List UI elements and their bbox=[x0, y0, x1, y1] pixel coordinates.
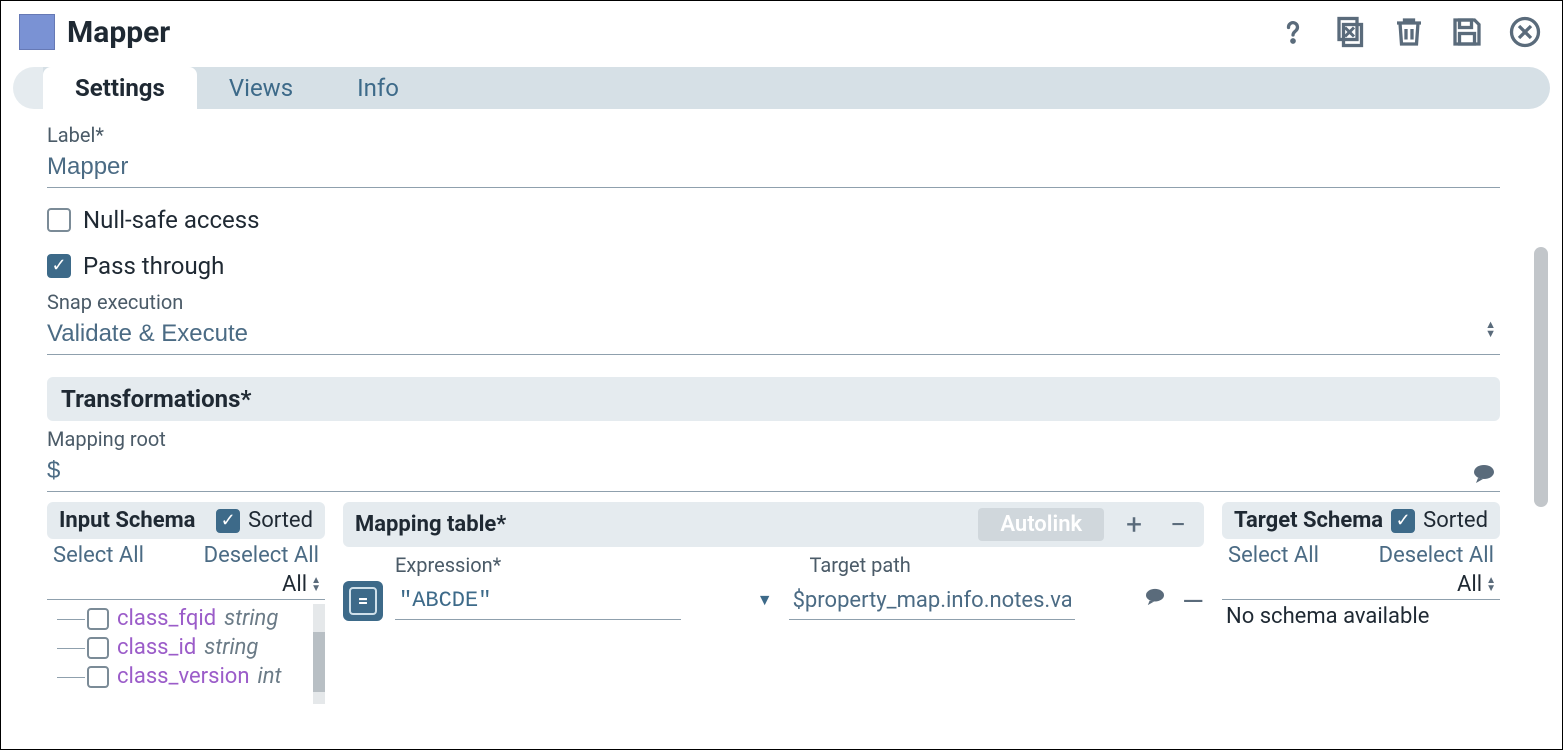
tab-handle bbox=[13, 67, 43, 109]
tab-info[interactable]: Info bbox=[325, 67, 431, 109]
tree-checkbox[interactable] bbox=[87, 666, 109, 688]
pass-through-row: Pass through bbox=[47, 252, 1546, 280]
label-input[interactable] bbox=[47, 147, 1500, 188]
input-tree: class_fqid string class_id string class_… bbox=[47, 604, 325, 704]
help-icon[interactable] bbox=[1274, 13, 1312, 51]
snap-exec-select[interactable] bbox=[47, 314, 1500, 355]
input-select-all[interactable]: Select All bbox=[53, 543, 144, 568]
target-actions: Select All Deselect All bbox=[1222, 539, 1500, 570]
pass-through-checkbox[interactable] bbox=[47, 254, 71, 278]
mapping-title: Mapping table* bbox=[355, 512, 506, 537]
input-deselect-all[interactable]: Deselect All bbox=[204, 543, 319, 568]
save-icon[interactable] bbox=[1448, 13, 1486, 51]
mapping-col-labels: Expression* Target path bbox=[343, 553, 1204, 577]
input-sorted-checkbox[interactable] bbox=[216, 509, 240, 533]
comment-icon[interactable] bbox=[1144, 588, 1166, 610]
snap-exec-caption: Snap execution bbox=[47, 290, 1546, 314]
tabs: Settings Views Info bbox=[43, 67, 1550, 109]
null-safe-label: Null-safe access bbox=[83, 206, 260, 234]
header-left: Mapper bbox=[19, 14, 170, 50]
input-sorted: Sorted bbox=[216, 508, 313, 533]
tab-views[interactable]: Views bbox=[197, 67, 325, 109]
field-type: string bbox=[204, 635, 258, 660]
target-filter-row: All ▲▼ bbox=[1222, 570, 1500, 600]
target-filter-all[interactable]: All ▲▼ bbox=[1457, 572, 1496, 597]
page-title: Mapper bbox=[67, 15, 170, 50]
spinner-icon[interactable]: ▲▼ bbox=[1485, 320, 1496, 338]
target-select-all[interactable]: Select All bbox=[1228, 543, 1319, 568]
header-toolbar bbox=[1274, 13, 1544, 51]
mapping-head: Mapping table* Autolink + − bbox=[343, 502, 1204, 547]
field-name: class_id bbox=[117, 635, 196, 660]
target-sorted-checkbox[interactable] bbox=[1391, 509, 1415, 533]
target-schema-head: Target Schema Sorted bbox=[1222, 502, 1500, 539]
content-area: Label* Null-safe access Pass through Sna… bbox=[13, 117, 1550, 717]
tab-settings[interactable]: Settings bbox=[43, 67, 197, 109]
target-deselect-all[interactable]: Deselect All bbox=[1379, 543, 1494, 568]
expression-toggle-button[interactable]: = bbox=[343, 581, 383, 621]
input-filter-row: All ▲▼ bbox=[47, 570, 325, 600]
input-schema-panel: Input Schema Sorted Select All Deselect … bbox=[47, 502, 325, 704]
target-filter-input[interactable] bbox=[1225, 574, 1457, 595]
null-safe-checkbox[interactable] bbox=[47, 208, 71, 232]
tabs-wrap: Settings Views Info bbox=[13, 67, 1550, 109]
input-filter-all[interactable]: All ▲▼ bbox=[282, 572, 321, 597]
copy-icon[interactable] bbox=[1332, 13, 1370, 51]
target-path-input[interactable] bbox=[789, 582, 1075, 620]
target-schema-title: Target Schema bbox=[1234, 508, 1383, 533]
label-caption: Label* bbox=[47, 123, 1546, 147]
input-sorted-label: Sorted bbox=[248, 508, 313, 533]
tree-scrollbar-thumb[interactable] bbox=[313, 632, 325, 692]
target-sorted: Sorted bbox=[1391, 508, 1488, 533]
tree-checkbox[interactable] bbox=[87, 637, 109, 659]
mapping-root-input[interactable] bbox=[47, 451, 1500, 492]
columns: Input Schema Sorted Select All Deselect … bbox=[47, 502, 1500, 704]
autolink-button[interactable]: Autolink bbox=[978, 508, 1104, 541]
add-row-button[interactable]: + bbox=[1120, 508, 1148, 541]
no-schema-message: No schema available bbox=[1222, 600, 1500, 633]
input-filter-input[interactable] bbox=[50, 574, 282, 595]
delete-icon[interactable] bbox=[1390, 13, 1428, 51]
tree-checkbox[interactable] bbox=[87, 608, 109, 630]
header-bar: Mapper bbox=[13, 13, 1550, 63]
spinner-icon: ▲▼ bbox=[1486, 577, 1496, 593]
expression-label: Expression* bbox=[343, 553, 790, 577]
content-scrollbar-thumb[interactable] bbox=[1534, 247, 1548, 507]
input-schema-head: Input Schema Sorted bbox=[47, 502, 325, 539]
target-path-label: Target path bbox=[810, 553, 1205, 577]
tree-row[interactable]: class_id string bbox=[47, 633, 325, 662]
tree-row[interactable]: class_fqid string bbox=[47, 604, 325, 633]
dropdown-icon[interactable]: ▼ bbox=[757, 590, 773, 610]
mapping-root-caption: Mapping root bbox=[47, 427, 1546, 451]
transformations-header: Transformations* bbox=[47, 377, 1500, 421]
close-icon[interactable] bbox=[1506, 13, 1544, 51]
field-name: class_version bbox=[117, 664, 250, 689]
comment-icon[interactable] bbox=[1472, 464, 1496, 488]
pass-through-label: Pass through bbox=[83, 252, 224, 280]
tree-row[interactable]: class_version int bbox=[47, 662, 325, 691]
remove-row-button[interactable]: − bbox=[1164, 508, 1192, 541]
spinner-icon: ▲▼ bbox=[311, 577, 321, 593]
input-actions: Select All Deselect All bbox=[47, 539, 325, 570]
field-name: class_fqid bbox=[117, 606, 216, 631]
mapping-table-panel: Mapping table* Autolink + − Expression* … bbox=[343, 502, 1204, 704]
input-schema-title: Input Schema bbox=[59, 508, 195, 533]
target-schema-panel: Target Schema Sorted Select All Deselect… bbox=[1222, 502, 1500, 704]
node-color-swatch bbox=[19, 14, 55, 50]
field-type: string bbox=[224, 606, 278, 631]
row-remove-button[interactable]: — bbox=[1182, 585, 1204, 618]
target-sorted-label: Sorted bbox=[1423, 508, 1488, 533]
field-type: int bbox=[258, 664, 282, 689]
null-safe-row: Null-safe access bbox=[47, 206, 1546, 234]
expression-input[interactable] bbox=[395, 582, 681, 620]
mapping-row: = ▼ — bbox=[343, 581, 1204, 621]
